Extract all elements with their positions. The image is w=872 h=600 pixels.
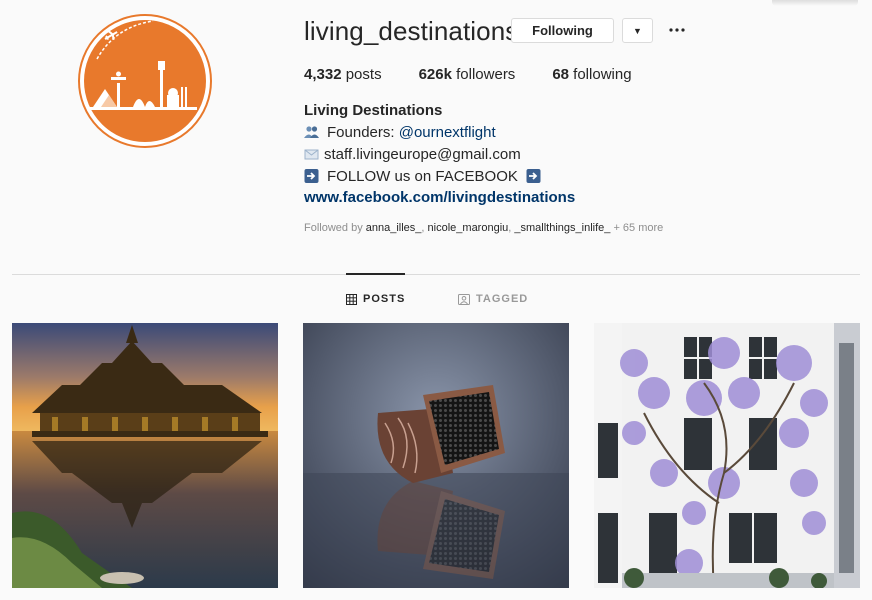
tab-tagged-label: TAGGED — [476, 293, 529, 305]
followed-by-user[interactable]: _smallthings_inlife_ — [514, 222, 610, 234]
followed-by-user[interactable]: anna_illes_ — [366, 222, 422, 234]
profile-stats: 4,332 posts 626k followers 68 following — [304, 66, 669, 83]
tab-tagged[interactable]: TAGGED — [458, 293, 528, 305]
bio-email-line: staff.livingeurope@gmail.com — [304, 146, 521, 163]
post-thumbnail-wisteria-house[interactable] — [594, 323, 860, 588]
followed-by-more[interactable]: + 65 more — [610, 222, 663, 234]
bio-email: staff.livingeurope@gmail.com — [324, 146, 521, 163]
arrow-right-icon — [304, 169, 319, 183]
tabs-divider — [12, 274, 860, 275]
bio-facebook-line: FOLLOW us on FACEBOOK — [304, 168, 549, 185]
followed-by-prefix: Followed by — [304, 222, 366, 234]
post-thumbnail-ring[interactable] — [303, 323, 569, 588]
followers-stat[interactable]: 626k followers — [419, 66, 516, 83]
followed-by-line: Followed by anna_illes_, nicole_marongiu… — [304, 222, 663, 234]
suggestions-dropdown-button[interactable]: ▼ — [622, 18, 653, 43]
following-label: following — [573, 66, 632, 83]
bio-founders-line: Founders: @ournextflight — [304, 124, 496, 141]
tab-posts[interactable]: POSTS — [346, 293, 405, 305]
profile-full-name: Living Destinations — [304, 102, 443, 119]
arrow-right-icon — [526, 169, 541, 183]
bio-facebook-text: FOLLOW us on FACEBOOK — [327, 168, 518, 185]
profile-website-link[interactable]: www.facebook.com/livingdestinations — [304, 189, 575, 206]
people-icon — [304, 126, 319, 138]
top-right-shadow — [772, 0, 858, 6]
following-button[interactable]: Following — [511, 18, 614, 43]
profile-avatar[interactable] — [75, 11, 215, 151]
profile-username: living_destinations — [304, 16, 519, 46]
followers-count: 626k — [418, 66, 452, 83]
tab-posts-label: POSTS — [363, 293, 406, 305]
following-count: 68 — [552, 66, 569, 83]
chevron-down-icon: ▼ — [633, 25, 642, 36]
founders-mention-link[interactable]: @ournextflight — [399, 124, 496, 141]
followed-by-user[interactable]: nicole_marongiu — [428, 222, 509, 234]
posts-stat: 4,332 posts — [304, 66, 382, 83]
active-tab-indicator — [346, 273, 405, 275]
more-dots-icon — [669, 28, 685, 32]
grid-icon — [346, 293, 357, 305]
bio-founders-prefix: Founders: — [327, 124, 399, 141]
post-thumbnail-temple[interactable] — [12, 323, 278, 588]
more-options-button[interactable] — [668, 20, 686, 40]
posts-label: posts — [345, 66, 382, 83]
followers-label: followers — [456, 66, 516, 83]
following-stat[interactable]: 68 following — [552, 66, 631, 83]
tag-icon — [458, 293, 470, 305]
envelope-icon — [304, 149, 319, 160]
posts-count: 4,332 — [304, 66, 342, 83]
